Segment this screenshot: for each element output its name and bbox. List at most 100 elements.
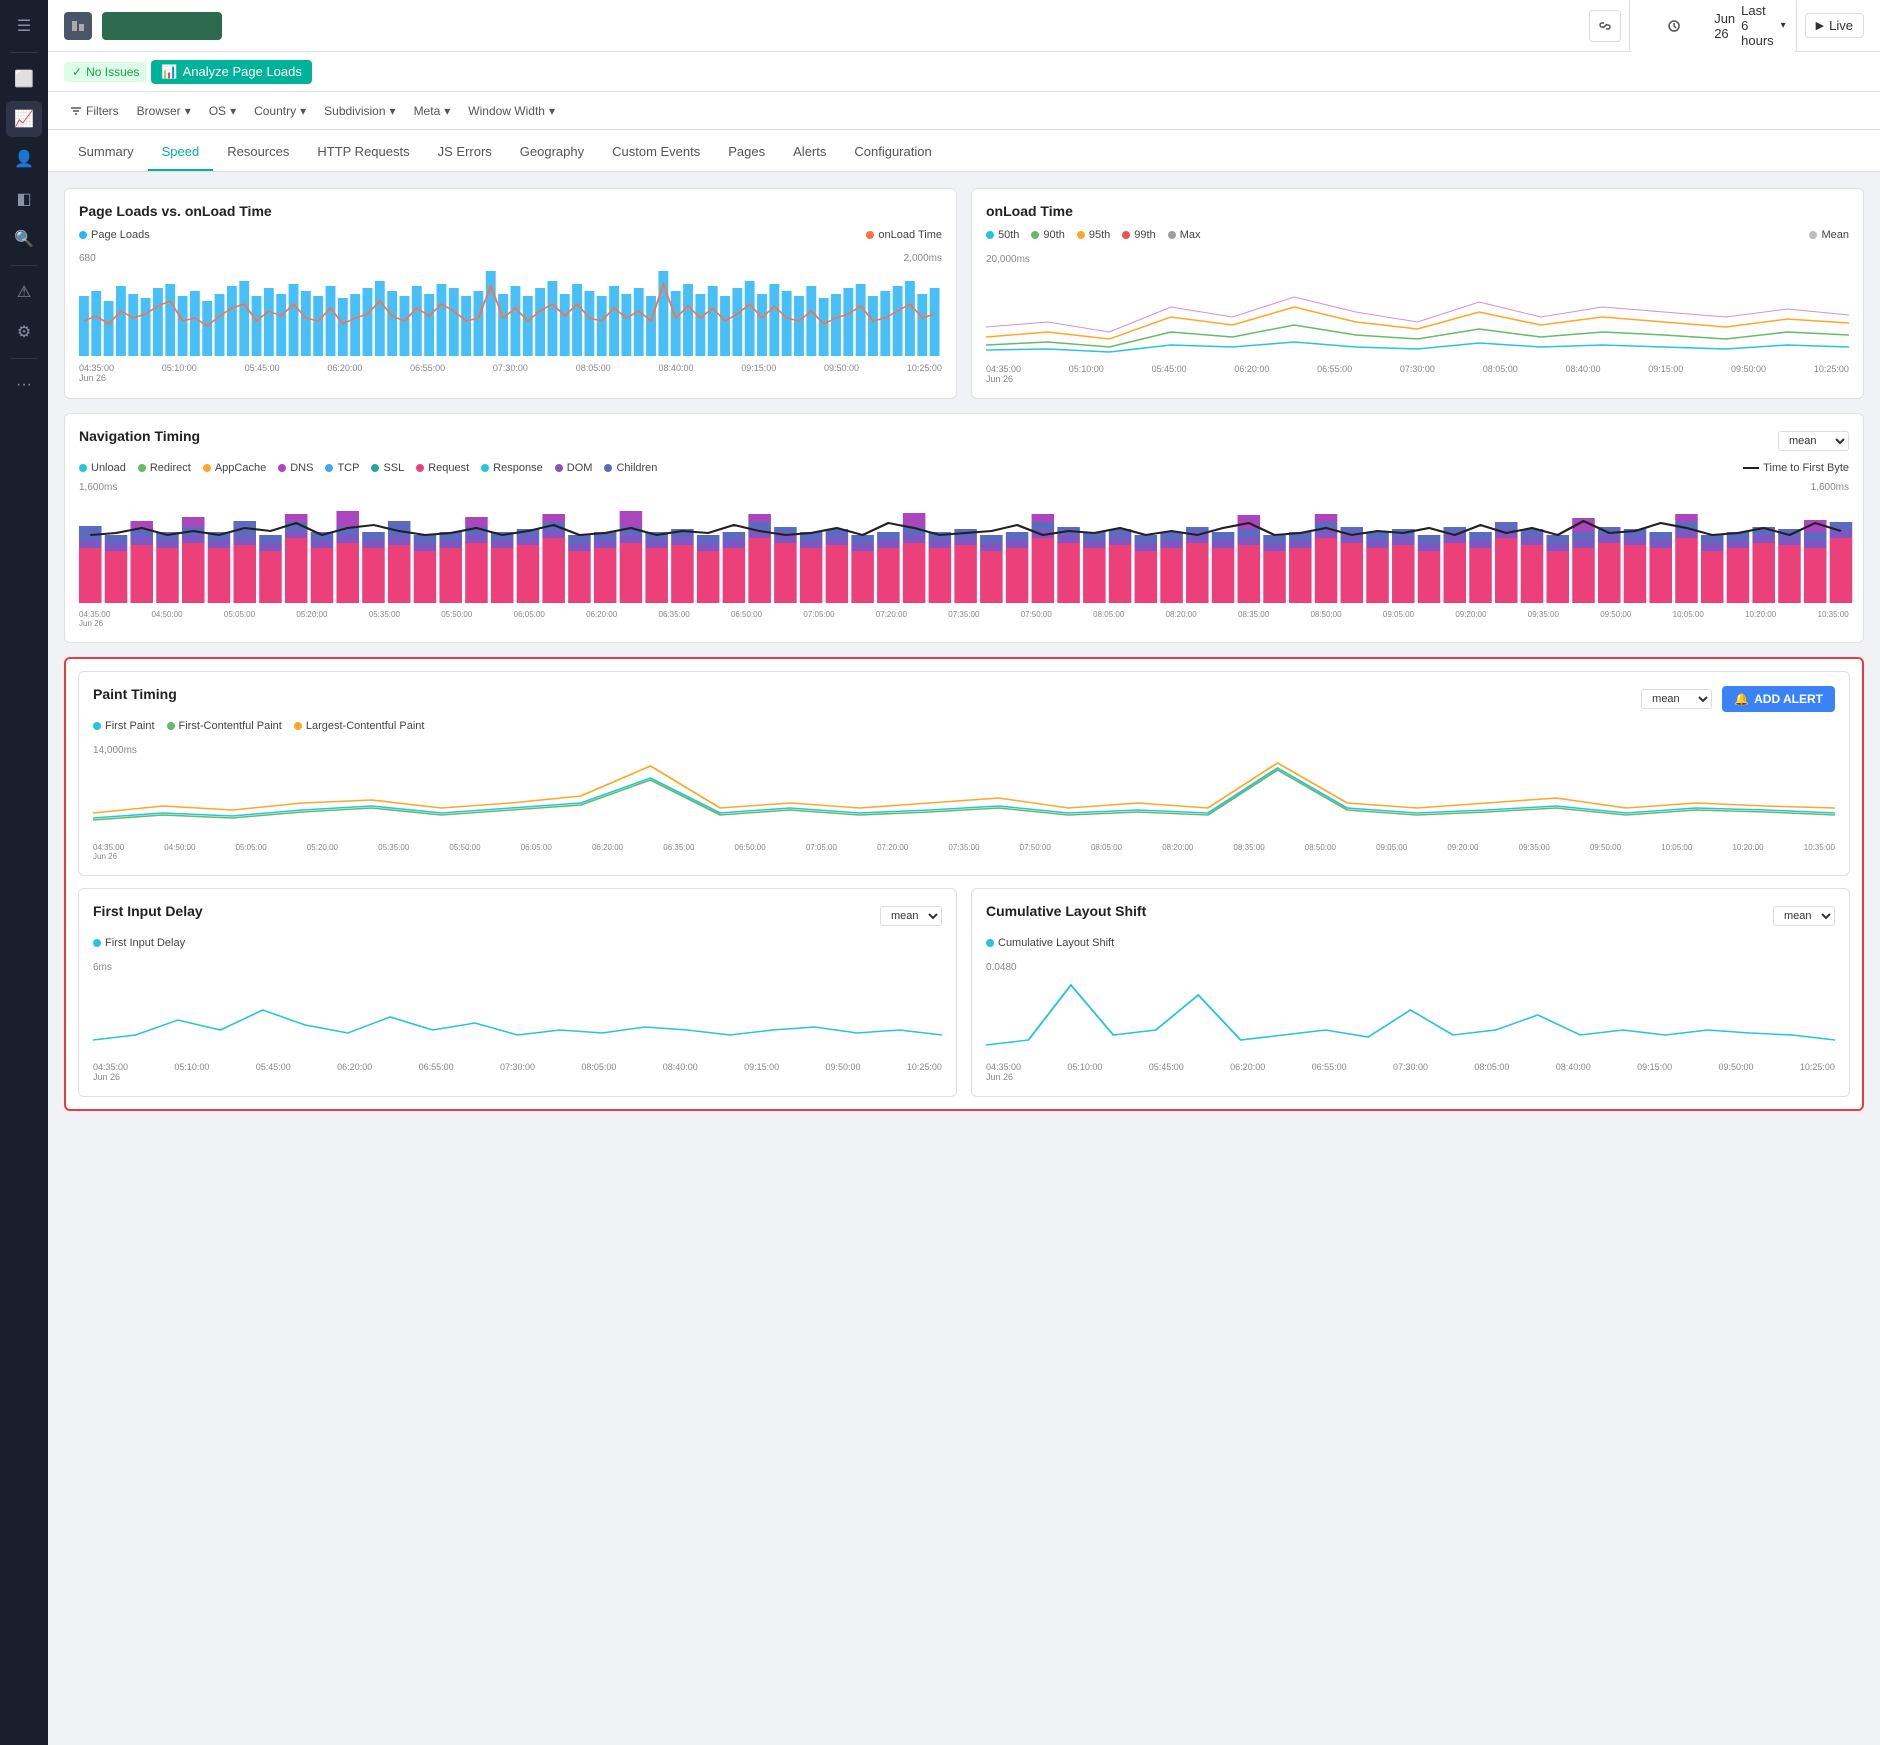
legend-p50: 50th <box>986 229 1019 241</box>
dns-dot <box>278 464 286 472</box>
nav-timing-select[interactable]: mean median <box>1778 431 1849 451</box>
time-range-label: Last 6 hours <box>1741 3 1774 48</box>
tab-http-requests[interactable]: HTTP Requests <box>303 134 423 171</box>
sidebar-more-icon[interactable]: ··· <box>6 367 42 403</box>
chevron-down-icon: ▾ <box>1781 20 1786 31</box>
paint-x-axis: 04:35:00Jun 26 04:50:00 05:05:00 05:20:0… <box>93 843 1835 861</box>
cls-label: Cumulative Layout Shift <box>998 937 1114 949</box>
onload-svg <box>986 267 1849 357</box>
sidebar-divider-2 <box>10 265 38 266</box>
tab-alerts[interactable]: Alerts <box>779 134 840 171</box>
country-label: Country <box>254 104 296 118</box>
tabs: Summary Speed Resources HTTP Requests JS… <box>48 130 1880 172</box>
tab-configuration[interactable]: Configuration <box>840 134 945 171</box>
sidebar-settings-icon[interactable]: ⚙ <box>6 314 42 350</box>
tab-geography[interactable]: Geography <box>506 134 598 171</box>
live-button[interactable]: ▶ Live <box>1805 13 1864 38</box>
sidebar-chart-icon[interactable]: 📈 <box>6 101 42 137</box>
legend-response: Response <box>481 462 543 474</box>
tab-resources[interactable]: Resources <box>213 134 303 171</box>
tab-summary[interactable]: Summary <box>64 134 148 171</box>
window-width-filter[interactable]: Window Width ▾ <box>462 101 561 121</box>
max-dot <box>1168 231 1176 239</box>
sidebar-search-icon[interactable]: 🔍 <box>6 221 42 257</box>
first-input-delay-card: First Input Delay mean First Input Delay… <box>78 888 957 1097</box>
sidebar-layers-icon[interactable]: ◧ <box>6 181 42 217</box>
filters-button[interactable]: Filters <box>64 101 125 121</box>
redirect-dot <box>138 464 146 472</box>
topbar: Jun 26 Last 6 hours ▾ ▶ Live <box>48 0 1880 52</box>
cls-legend: Cumulative Layout Shift <box>986 937 1835 949</box>
legend-ttfb: Time to First Byte <box>1743 462 1849 474</box>
paint-timing-card: Paint Timing mean median 🔔 ADD ALERT <box>78 671 1850 876</box>
sidebar-alert-icon[interactable]: ⚠ <box>6 274 42 310</box>
max-label: Max <box>1180 229 1201 241</box>
tab-custom-events[interactable]: Custom Events <box>598 134 714 171</box>
page-loads-title: Page Loads vs. onLoad Time <box>79 203 942 219</box>
p90-label: 90th <box>1043 229 1064 241</box>
dom-label: DOM <box>567 462 593 474</box>
subbar: ✓ No Issues 📊 Analyze Page Loads <box>48 52 1880 92</box>
meta-label: Meta <box>414 104 441 118</box>
time-range-button[interactable]: Jun 26 Last 6 hours ▾ <box>1629 0 1797 53</box>
cumulative-layout-shift-card: Cumulative Layout Shift mean Cumulative … <box>971 888 1850 1097</box>
fid-dot <box>93 939 101 947</box>
p50-label: 50th <box>998 229 1019 241</box>
meta-filter[interactable]: Meta ▾ <box>408 101 457 121</box>
response-dot <box>481 464 489 472</box>
analyze-button[interactable]: 📊 Analyze Page Loads <box>151 60 311 84</box>
app-search-box[interactable] <box>102 12 222 40</box>
sidebar-menu-icon[interactable]: ☰ <box>6 8 42 44</box>
fid-svg <box>93 975 942 1055</box>
legend-fid: First Input Delay <box>93 937 185 949</box>
onload-legend: 50th 90th 95th 99th <box>986 229 1849 241</box>
sidebar-monitor-icon[interactable]: ⬜ <box>6 61 42 97</box>
p50-dot <box>986 231 994 239</box>
cls-y-label: 0.0480 <box>986 962 1017 973</box>
sidebar-users-icon[interactable]: 👤 <box>6 141 42 177</box>
nav-x-axis: 04:35:00Jun 26 04:50:00 05:05:00 05:20:0… <box>79 610 1849 628</box>
onload-y-label: 20,000ms <box>986 254 1030 265</box>
children-label: Children <box>616 462 657 474</box>
nav-legend: Unload Redirect AppCache DNS TCP <box>79 462 1849 474</box>
topbar-right: Jun 26 Last 6 hours ▾ ▶ Live <box>1589 0 1864 53</box>
tab-speed[interactable]: Speed <box>148 134 214 171</box>
tab-js-errors[interactable]: JS Errors <box>424 134 506 171</box>
legend-request: Request <box>416 462 469 474</box>
first-paint-label: First Paint <box>105 720 155 732</box>
page-loads-label: Page Loads <box>91 229 150 241</box>
sidebar: ☰ ⬜ 📈 👤 ◧ 🔍 ⚠ ⚙ ··· <box>0 0 48 1745</box>
first-contentful-label: First-Contentful Paint <box>179 720 282 732</box>
analyze-label: Analyze Page Loads <box>183 64 302 79</box>
sidebar-divider-1 <box>10 52 38 53</box>
cls-chart-container: 0.0480 04:35:00Jun 26 05:10:00 05:45:00 … <box>986 957 1835 1082</box>
legend-appcache: AppCache <box>203 462 266 474</box>
add-alert-label: ADD ALERT <box>1754 692 1823 706</box>
fid-legend: First Input Delay <box>93 937 942 949</box>
fid-y-label: 6ms <box>93 962 112 973</box>
cls-select[interactable]: mean <box>1773 906 1835 926</box>
subdivision-label: Subdivision <box>324 104 385 118</box>
link-button[interactable] <box>1589 10 1621 42</box>
request-dot <box>416 464 424 472</box>
add-alert-button[interactable]: 🔔 ADD ALERT <box>1722 686 1835 712</box>
play-icon: ▶ <box>1816 19 1824 32</box>
chevron-down-icon: ▾ <box>300 104 306 118</box>
appcache-label: AppCache <box>215 462 266 474</box>
os-filter[interactable]: OS ▾ <box>203 101 242 121</box>
browser-filter[interactable]: Browser ▾ <box>131 101 197 121</box>
request-label: Request <box>428 462 469 474</box>
paint-timing-select[interactable]: mean median <box>1641 689 1712 709</box>
date-label: Jun 26 <box>1714 11 1735 41</box>
status-badge: ✓ No Issues <box>64 62 147 82</box>
fid-chart-container: 6ms 04:35:00Jun 26 05:10:00 05:45:00 06:… <box>93 957 942 1082</box>
first-input-delay-select[interactable]: mean <box>880 906 942 926</box>
subdivision-filter[interactable]: Subdivision ▾ <box>318 101 401 121</box>
p99-label: 99th <box>1134 229 1155 241</box>
legend-ssl: SSL <box>371 462 404 474</box>
legend-unload: Unload <box>79 462 126 474</box>
country-filter[interactable]: Country ▾ <box>248 101 312 121</box>
nav-y-left: 1,600ms <box>79 482 117 493</box>
tab-pages[interactable]: Pages <box>714 134 779 171</box>
onload-x-axis: 04:35:00Jun 26 05:10:00 05:45:00 06:20:0… <box>986 364 1849 384</box>
